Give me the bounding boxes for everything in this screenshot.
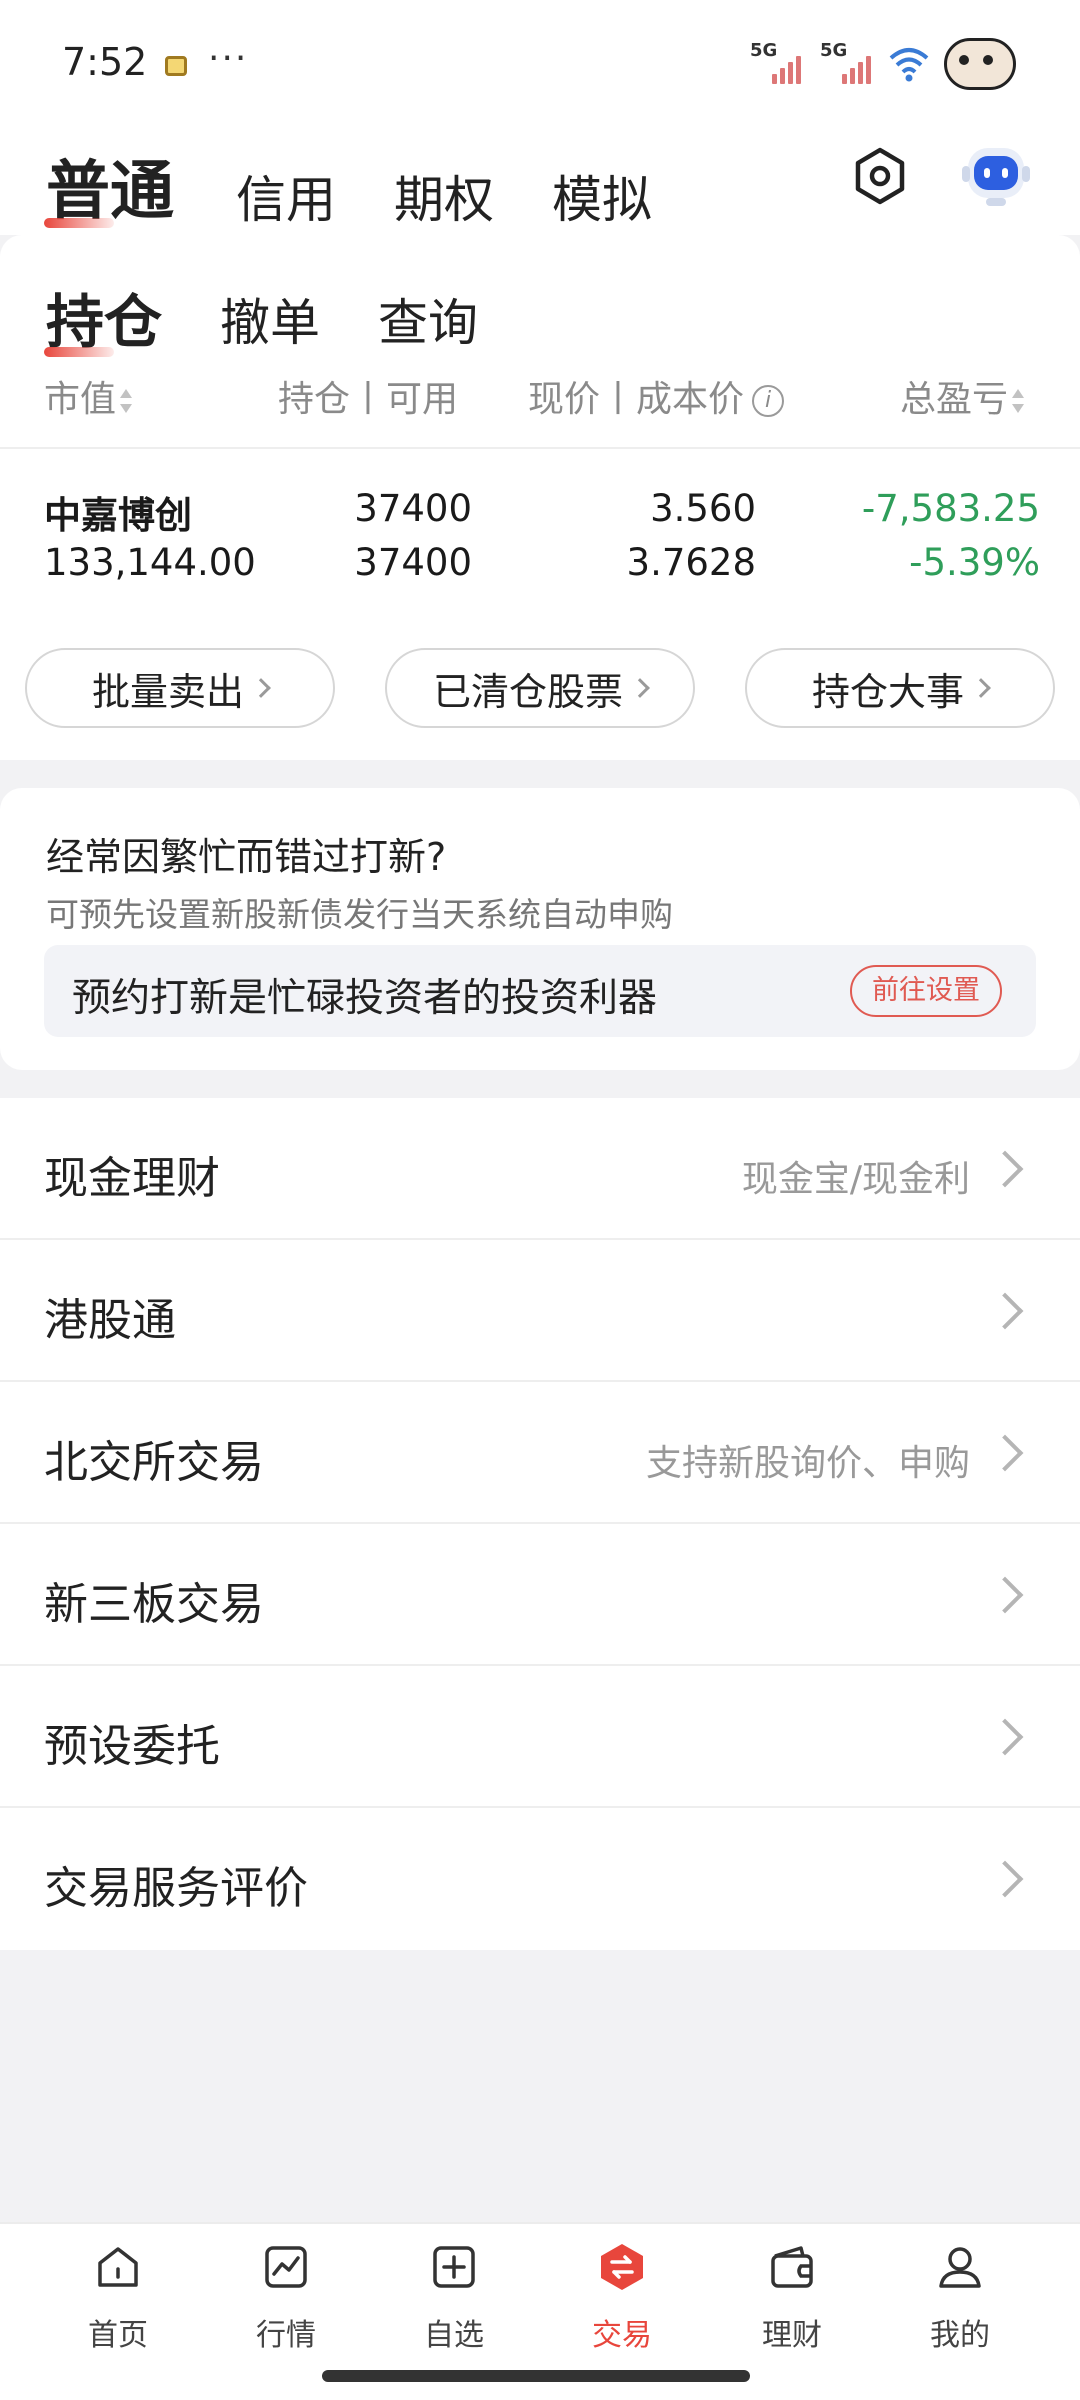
batch-sell-label: 批量卖出	[91, 669, 244, 714]
cleared-stocks-label: 已清仓股票	[432, 669, 623, 714]
nav-watchlist-label: 自选	[424, 2318, 484, 2353]
header-divider	[0, 447, 1080, 449]
total-pnl: -7,583.25	[861, 487, 1040, 530]
cell-signal-1-icon: 5G	[750, 40, 810, 84]
menu-label: 预设委托	[44, 1721, 220, 1772]
col-total-pnl[interactable]: 总盈亏	[900, 370, 1025, 422]
tab-options[interactable]: 期权	[394, 160, 494, 232]
col-total-pnl-label: 总盈亏	[900, 379, 1009, 420]
market-value: 133,144.00	[44, 541, 256, 584]
nav-home-label: 首页	[88, 2318, 148, 2353]
nav-market-label: 行情	[256, 2318, 316, 2353]
promo-banner[interactable]: 预约打新是忙碌投资者的投资利器 前往设置	[44, 945, 1036, 1037]
nav-market[interactable]: 行情	[226, 2242, 346, 2354]
col-market-value-label: 市值	[44, 379, 117, 420]
menu-cash-management[interactable]: 现金理财 现金宝/现金利	[0, 1098, 1080, 1240]
sort-icon	[1012, 389, 1025, 413]
home-indicator[interactable]	[322, 2370, 750, 2382]
bottom-nav: 首页 行情 自选 交易 理财 我的	[0, 2222, 1080, 2400]
trade-exchange-icon	[601, 2244, 643, 2290]
holdings-card: 持仓 撤单 查询 市值 持仓丨可用 现价丨成本价 i 总盈亏 中嘉博创 133,1…	[0, 235, 1080, 760]
cell-signal-2-icon: 5G	[820, 40, 880, 84]
sort-icon	[120, 389, 133, 413]
go-settings-button[interactable]: 前往设置	[850, 965, 1002, 1017]
menu-label: 新三板交易	[44, 1579, 264, 1630]
batch-sell-button[interactable]: 批量卖出	[25, 648, 335, 728]
add-square-icon	[433, 2246, 475, 2288]
tab-normal[interactable]: 普通	[44, 140, 174, 232]
chevron-right-icon	[986, 1576, 1024, 1614]
more-notifications-icon: ···	[208, 38, 249, 79]
chevron-right-icon	[986, 1292, 1024, 1330]
menu-preset-orders[interactable]: 预设委托	[0, 1666, 1080, 1808]
promo-banner-text: 预约打新是忙碌投资者的投资利器	[72, 976, 658, 1021]
menu-hint: 支持新股询价、申购	[645, 1443, 970, 1484]
col-price-cost: 现价丨成本价 i	[528, 370, 785, 422]
chevron-right-icon	[971, 678, 991, 698]
tab-positions[interactable]: 持仓	[43, 275, 162, 359]
nav-mine-label: 我的	[930, 2318, 990, 2353]
cleared-stocks-button[interactable]: 已清仓股票	[385, 648, 695, 728]
holding-events-label: 持仓大事	[811, 669, 964, 714]
user-icon	[939, 2247, 981, 2288]
position-qty: 37400	[354, 487, 472, 530]
nav-wealth-label: 理财	[762, 2318, 822, 2353]
promo-title: 经常因繁忙而错过打新?	[46, 835, 447, 879]
col-holding-available: 持仓丨可用	[278, 379, 459, 420]
tab-query[interactable]: 查询	[378, 283, 478, 355]
status-time: 7:52	[62, 40, 148, 84]
battery-icon	[944, 38, 1016, 90]
menu-bse-trading[interactable]: 北交所交易 支持新股询价、申购	[0, 1382, 1080, 1524]
chevron-right-icon	[986, 1434, 1024, 1472]
robot-assistant-icon[interactable]	[958, 140, 1034, 210]
wifi-icon	[889, 48, 929, 82]
menu-label: 现金理财	[44, 1153, 220, 1204]
ipo-reservation-card: 经常因繁忙而错过打新? 可预先设置新股新债发行当天系统自动申购 预约打新是忙碌投…	[0, 788, 1080, 1070]
nav-home[interactable]: 首页	[58, 2242, 178, 2354]
col-price-cost-label: 现价丨成本价	[528, 379, 745, 420]
nav-wealth[interactable]: 理财	[732, 2242, 852, 2354]
info-icon[interactable]: i	[752, 385, 785, 417]
menu-hk-connect[interactable]: 港股通	[0, 1240, 1080, 1382]
current-price: 3.560	[650, 487, 756, 530]
stock-name: 中嘉博创	[44, 494, 192, 537]
tab-cancel-orders[interactable]: 撤单	[220, 283, 320, 355]
menu-neeq-trading[interactable]: 新三板交易	[0, 1524, 1080, 1666]
col-market-value[interactable]: 市值	[44, 370, 133, 422]
promo-subtitle: 可预先设置新股新债发行当天系统自动申购	[46, 895, 673, 934]
holding-events-button[interactable]: 持仓大事	[745, 648, 1055, 728]
signal-2-label: 5G	[820, 40, 848, 61]
nav-watchlist[interactable]: 自选	[394, 2242, 514, 2354]
chevron-right-icon	[986, 1860, 1024, 1898]
chevron-right-icon	[986, 1718, 1024, 1756]
tab-simulation[interactable]: 模拟	[552, 160, 652, 232]
nav-trade[interactable]: 交易	[562, 2242, 682, 2354]
home-icon	[98, 2247, 138, 2287]
trade-menu-list: 现金理财 现金宝/现金利 港股通 北交所交易 支持新股询价、申购 新三板交易 预…	[0, 1098, 1080, 1950]
notification-icon	[165, 56, 187, 76]
cost-price: 3.7628	[626, 541, 756, 584]
menu-label: 港股通	[44, 1295, 176, 1346]
chevron-right-icon	[630, 678, 650, 698]
nav-trade-label: 交易	[592, 2318, 652, 2353]
nav-mine[interactable]: 我的	[900, 2242, 1020, 2354]
status-bar: 7:52 ··· 5G 5G	[0, 0, 1080, 130]
tab-credit[interactable]: 信用	[236, 160, 336, 232]
total-pnl-percent: -5.39%	[909, 541, 1040, 584]
chart-icon	[265, 2246, 307, 2288]
menu-hint: 现金宝/现金利	[741, 1159, 970, 1200]
chevron-right-icon	[251, 678, 271, 698]
menu-service-rating[interactable]: 交易服务评价	[0, 1808, 1080, 1950]
menu-label: 交易服务评价	[44, 1863, 308, 1914]
menu-label: 北交所交易	[44, 1437, 264, 1488]
available-qty: 37400	[354, 541, 472, 584]
chevron-right-icon	[986, 1150, 1024, 1188]
signal-1-label: 5G	[750, 40, 778, 61]
wallet-icon	[771, 2246, 813, 2288]
settings-hexagon-icon[interactable]	[850, 146, 910, 206]
top-tab-bar: 普通 信用 期权 模拟	[0, 130, 1080, 235]
